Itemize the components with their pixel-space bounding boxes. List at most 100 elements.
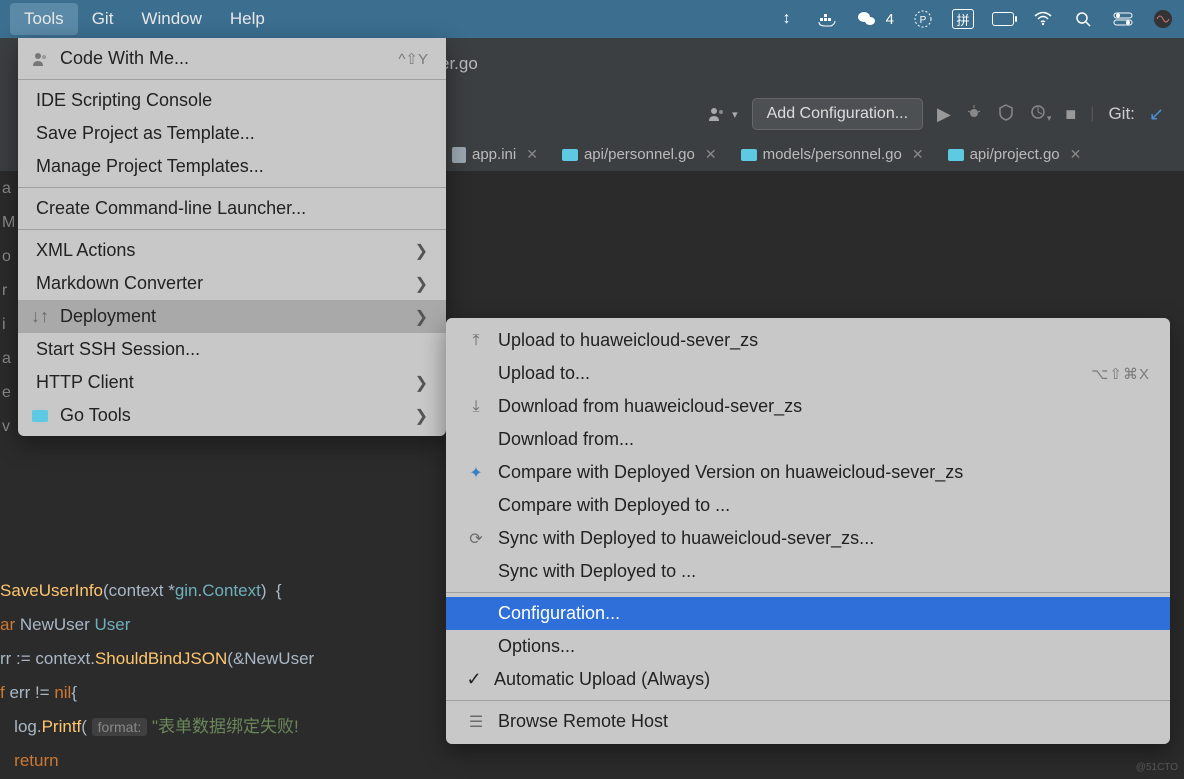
menu-save-template[interactable]: Save Project as Template... [18,117,446,150]
go-file-icon [948,149,964,161]
menu-label: Sync with Deployed to huaweicloud-sever_… [498,528,874,549]
menu-git[interactable]: Git [78,3,128,35]
shortcut: ^⇧Y [398,50,428,68]
tab-label: app.ini [472,146,516,163]
code-with-me-icon[interactable]: ▾ [706,105,738,123]
separator [18,229,446,230]
docker-icon[interactable] [816,8,838,30]
close-icon[interactable]: ✕ [705,146,717,163]
close-icon[interactable]: ✕ [912,146,924,163]
tab-api-personnel[interactable]: api/personnel.go ✕ [550,138,729,171]
menu-start-ssh[interactable]: Start SSH Session... [18,333,446,366]
menu-tools[interactable]: Tools [10,3,78,35]
menu-compare-hw[interactable]: ✦ Compare with Deployed Version on huawei… [446,456,1170,489]
menu-configuration[interactable]: Configuration... [446,597,1170,630]
editor-code[interactable]: SaveUserInfo(context *gin.Context) { ar … [0,540,314,778]
menubar-left: Tools Git Window Help [10,3,279,35]
users-icon [30,49,50,69]
menu-code-with-me[interactable]: Code With Me... ^⇧Y [18,42,446,75]
close-icon[interactable]: ✕ [526,146,538,163]
separator [18,187,446,188]
param-hint: format: [92,718,148,736]
close-icon[interactable]: ✕ [1070,146,1082,163]
menu-label: HTTP Client [36,372,134,393]
chevron-right-icon: ❯ [415,307,428,327]
compare-icon: ✦ [466,463,486,483]
search-icon[interactable] [1072,8,1094,30]
tab-api-project[interactable]: api/project.go✕ [936,138,1094,171]
control-center-icon[interactable] [1112,8,1134,30]
host-icon: ☰ [466,712,486,732]
wechat-icon[interactable] [856,8,878,30]
chevron-right-icon: ❯ [415,406,428,426]
menu-create-launcher[interactable]: Create Command-line Launcher... [18,192,446,225]
menu-label: Upload to... [498,363,590,384]
menu-label: Browse Remote Host [498,711,668,732]
menu-ide-scripting[interactable]: IDE Scripting Console [18,84,446,117]
siri-icon[interactable] [1152,8,1174,30]
separator [18,79,446,80]
menu-label: XML Actions [36,240,135,261]
menu-sync-hw[interactable]: ⟳Sync with Deployed to huaweicloud-sever… [446,522,1170,555]
menu-label: Save Project as Template... [36,123,255,144]
coverage-icon[interactable] [997,103,1015,126]
menu-label: Code With Me... [60,48,189,69]
tab-models-personnel[interactable]: models/personnel.go✕ [729,138,936,171]
deploy-icon: ↓↑ [30,307,50,327]
battery-icon[interactable] [992,8,1014,30]
menu-label: Automatic Upload (Always) [494,669,710,690]
stop-icon[interactable]: ■ [1065,104,1076,125]
menu-download-from[interactable]: Download from... [446,423,1170,456]
menubar: Tools Git Window Help ↕ 4 P 拼 [0,0,1184,38]
debug-icon[interactable] [965,103,983,126]
menu-help[interactable]: Help [216,3,279,35]
menu-browse-remote[interactable]: ☰ Browse Remote Host [446,705,1170,738]
tab-label: api/personnel.go [584,146,695,163]
git-update-icon[interactable]: ↙ [1149,104,1164,125]
menu-sync-to[interactable]: Sync with Deployed to ... [446,555,1170,588]
menu-options[interactable]: Options... [446,630,1170,663]
menu-label: Go Tools [60,405,131,426]
separator [446,700,1170,701]
download-icon: ⤓ [466,398,486,416]
menu-label: IDE Scripting Console [36,90,212,111]
menu-upload-to-hw[interactable]: ⤒ Upload to huaweicloud-sever_zs [446,324,1170,357]
menu-label: Manage Project Templates... [36,156,264,177]
menu-compare-to[interactable]: Compare with Deployed to ... [446,489,1170,522]
menu-manage-templates[interactable]: Manage Project Templates... [18,150,446,183]
menu-label: Markdown Converter [36,273,203,294]
menu-markdown-converter[interactable]: Markdown Converter ❯ [18,267,446,300]
menu-go-tools[interactable]: Go Tools ❯ [18,399,446,432]
go-file-icon [741,149,757,161]
wifi-icon[interactable] [1032,8,1054,30]
chevron-right-icon: ❯ [415,373,428,393]
run-icon[interactable]: ▶ [937,104,951,125]
menubar-status: ↕ 4 P 拼 [776,8,1174,30]
git-label: Git: [1108,104,1134,124]
wechat-count: 4 [886,11,894,28]
chevron-right-icon: ❯ [415,274,428,294]
chevron-right-icon: ❯ [415,241,428,261]
menu-http-client[interactable]: HTTP Client ❯ [18,366,446,399]
menu-upload-to[interactable]: Upload to...⌥⇧⌘X [446,357,1170,390]
watermark: @51CTO [1136,762,1178,773]
menu-label: Options... [498,636,575,657]
tab-app-ini[interactable]: app.ini ✕ [440,138,550,171]
menu-xml-actions[interactable]: XML Actions ❯ [18,234,446,267]
input-method-icon[interactable]: 拼 [952,9,974,29]
menu-automatic-upload[interactable]: ✓Automatic Upload (Always) [446,663,1170,696]
menu-label: Upload to huaweicloud-sever_zs [498,330,758,351]
svg-text:P: P [920,15,927,26]
app-p-icon[interactable]: P [912,8,934,30]
upload-icon: ⤒ [466,332,486,350]
go-file-icon [562,149,578,161]
menu-window[interactable]: Window [127,3,215,35]
profile-icon[interactable]: ▾ [1029,103,1052,126]
menu-label: Create Command-line Launcher... [36,198,306,219]
updown-icon[interactable]: ↕ [776,8,798,30]
menu-download-from-hw[interactable]: ⤓ Download from huaweicloud-sever_zs [446,390,1170,423]
menu-label: Download from huaweicloud-sever_zs [498,396,802,417]
menu-label: Compare with Deployed Version on huaweic… [498,462,963,483]
menu-deployment[interactable]: ↓↑ Deployment ❯ [18,300,446,333]
add-configuration-button[interactable]: Add Configuration... [752,98,923,130]
